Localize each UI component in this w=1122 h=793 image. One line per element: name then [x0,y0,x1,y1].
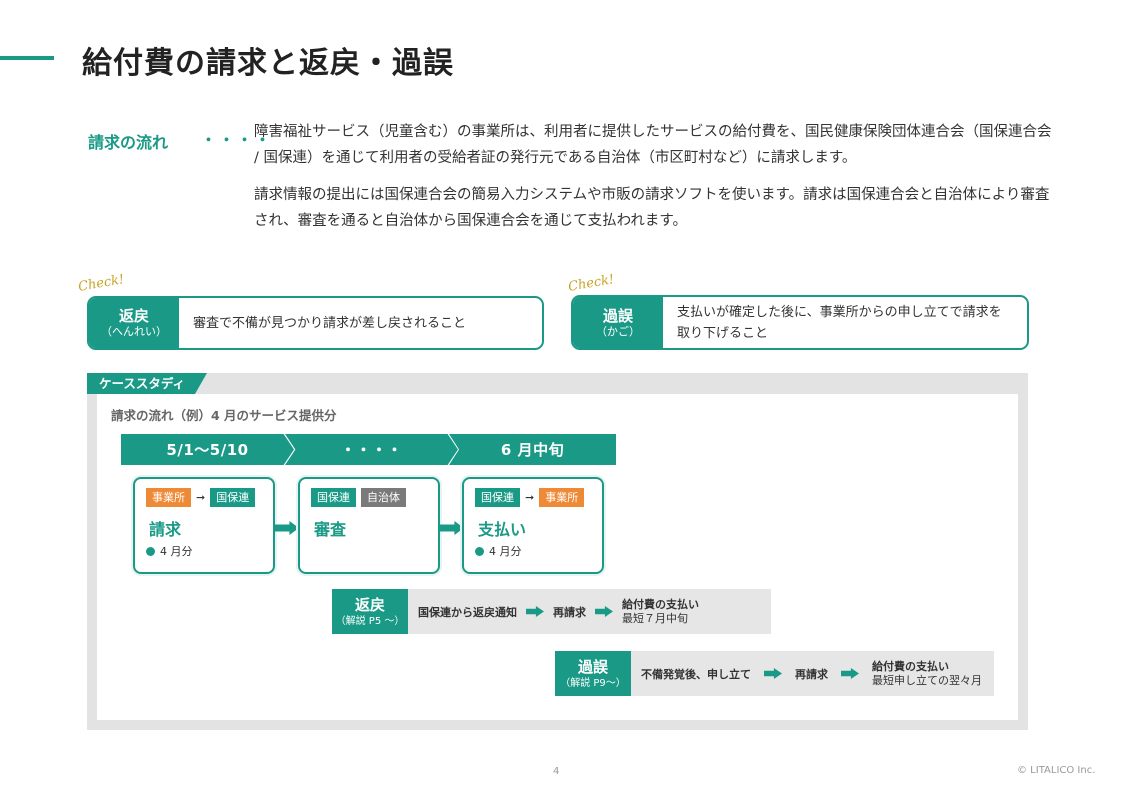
step-name: 支払い [478,520,527,539]
tag-jichitai: 自治体 [361,488,406,507]
check-mark-1: Check! [77,272,126,295]
bullet-dot-icon [146,546,155,556]
step-card-seikyu: 事業所 ➞ 国保連 請求 4 月分 [133,477,275,574]
arrow-right-icon: ➞ [525,491,535,504]
flow-paragraph-2: 請求情報の提出には国保連合会の簡易入力システムや市販の請求ソフトを使います。請求… [254,187,1050,229]
arrow-right-icon [764,668,782,679]
step-note-text: 4 月分 [489,545,522,558]
phase-chevron-1: 5/1〜5/10 [121,434,294,465]
band-item-3-title: 給付費の支払い [872,659,949,673]
page-title: 給付費の請求と返戻・過誤 [82,46,454,81]
page-number: 4 [553,766,560,777]
step-note: 4 月分 [475,543,522,559]
band-item-3-sub: 最短７月中旬 [622,611,688,625]
bullet-dot-icon [475,546,484,556]
tag-kokuhoren: 国保連 [210,488,256,507]
band-item-3-sub: 最短申し立ての翌々月 [872,673,982,687]
step-tags: 国保連 ➞ 事業所 [475,488,585,507]
definition-term-box: 過誤 （かご） [573,297,663,348]
step-note-text: 4 月分 [160,545,193,558]
kago-flow-band: 過誤 （解説 P9〜） 不備発覚後、申し立て 再請求 給付費の支払い 最短申し立… [555,651,994,696]
band-item-1: 国保連から返戻通知 [418,605,517,619]
definition-reading: （かご） [596,324,640,338]
band-item-3-title: 給付費の支払い [622,597,699,611]
step-name: 審査 [314,520,347,539]
band-item-2: 再請求 [795,667,828,681]
step-tags: 事業所 ➞ 国保連 [146,488,256,507]
flow-label: 請求の流れ [88,133,169,152]
band-item-1: 不備発覚後、申し立て [641,667,751,681]
band-item-3: 給付費の支払い 最短７月中旬 [622,598,699,626]
flow-paragraph-1: 障害福祉サービス（児童含む）の事業所は、利用者に提供したサービスの給付費を、国民… [254,124,1052,166]
arrow-right-icon [595,606,613,617]
definition-description: 審査で不備が見つかり請求が差し戻されること [193,315,467,331]
check-mark-2: Check! [567,272,616,295]
case-study-subtitle: 請求の流れ（例）4 月のサービス提供分 [111,408,337,423]
band-term: 過誤 [577,657,608,676]
band-item-2: 再請求 [553,605,586,619]
arrow-right-icon: ➞ [196,491,206,504]
phase-chevron-2: ・・・・ [285,434,458,465]
band-ref: （解説 P5 〜） [335,615,405,627]
definition-term-box: 返戻 （へんれい） [89,298,179,348]
tag-jigyosho: 事業所 [539,488,585,507]
tag-kokuhoren: 国保連 [475,488,520,507]
band-term-box: 過誤 （解説 P9〜） [555,651,631,696]
copyright: © LITALICO Inc. [1017,765,1096,776]
step-card-shinsa: 国保連 自治体 審査 [298,477,440,574]
definition-reading: （へんれい） [101,325,167,338]
band-items: 国保連から返戻通知 再請求 給付費の支払い 最短７月中旬 [408,589,771,634]
arrow-right-icon [841,668,859,679]
title-accent-bar [0,56,54,60]
band-item-3: 給付費の支払い 最短申し立ての翌々月 [872,660,982,688]
step-tags: 国保連 自治体 [311,488,406,507]
band-term-box: 返戻 （解説 P5 〜） [332,589,408,634]
band-items: 不備発覚後、申し立て 再請求 給付費の支払い 最短申し立ての翌々月 [631,651,994,696]
arrow-right-icon [526,606,544,617]
tag-jigyosho: 事業所 [146,488,191,507]
step-card-shiharai: 国保連 ➞ 事業所 支払い 4 月分 [462,477,604,574]
definition-kago: 過誤 （かご） 支払いが確定した後に、事業所からの申し立てで請求を取り下げること [571,295,1029,350]
band-term: 返戻 [354,595,385,614]
band-ref: （解説 P9〜） [560,677,626,689]
phase-chevron-3: 6 月中旬 [449,434,616,465]
hennrei-flow-band: 返戻 （解説 P5 〜） 国保連から返戻通知 再請求 給付費の支払い 最短７月中… [332,589,771,634]
step-note: 4 月分 [146,543,193,559]
definition-term: 過誤 [602,306,633,325]
definition-hennrei: 返戻 （へんれい） 審査で不備が見つかり請求が差し戻されること [87,296,544,350]
case-study-tab: ケーススタディ [87,373,207,394]
tag-kokuhoren: 国保連 [311,488,356,507]
definition-term: 返戻 [118,307,149,325]
step-name: 請求 [149,520,182,539]
definition-description: 支払いが確定した後に、事業所からの申し立てで請求を取り下げること [677,304,1002,341]
